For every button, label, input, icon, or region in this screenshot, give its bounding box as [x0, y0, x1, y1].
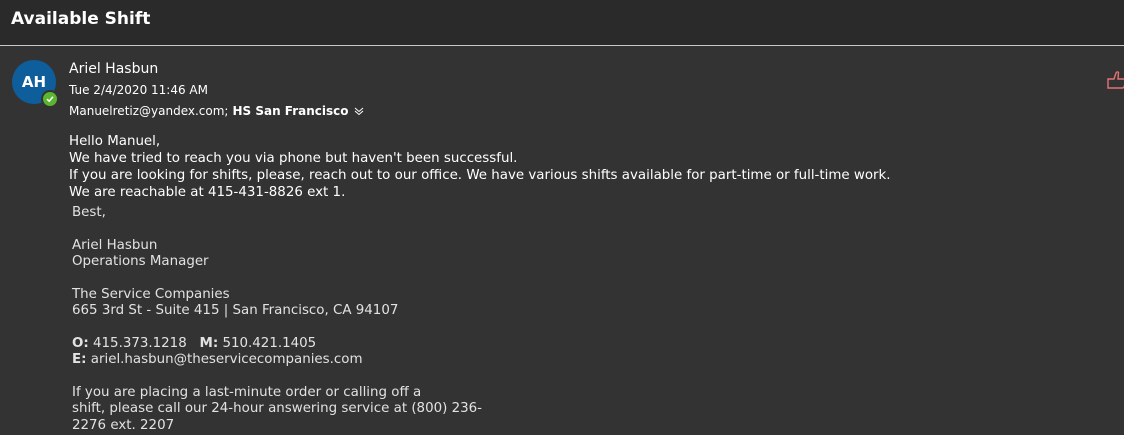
recipient-group[interactable]: HS San Francisco: [232, 104, 348, 118]
avatar-initials: AH: [21, 73, 47, 91]
thumbs-up-icon[interactable]: [1104, 70, 1124, 90]
signature-email-link[interactable]: ariel.hasbun@theservicecompanies.com: [91, 352, 363, 367]
signature-address: 665 3rd St - Suite 415 | San Francisco, …: [72, 303, 399, 318]
recipients-line[interactable]: Manuelretiz@yandex.com; HS San Francisco: [69, 104, 364, 118]
email-header-bar: Available Shift: [0, 0, 1124, 46]
mobile-label: M:: [199, 335, 219, 351]
signature-name: Ariel Hasbun: [72, 237, 158, 253]
email-reading-pane: Available Shift AH Ariel Hasbun Tue 2/4/…: [0, 0, 1124, 435]
body-line: We have tried to reach you via phone but…: [69, 151, 518, 166]
office-label: O:: [72, 335, 89, 351]
email-subject: Available Shift: [11, 9, 151, 29]
signature-note: If you are placing a last-minute order o…: [72, 384, 422, 400]
signature-title: Operations Manager: [72, 254, 209, 269]
body-line: If you are looking for shifts, please, r…: [69, 168, 891, 183]
signature-phones: O: 415.373.1218 M: 510.421.1405: [72, 336, 482, 353]
email-body: Hello Manuel, We have tried to reach you…: [69, 133, 891, 201]
body-line: We are reachable at 415-431-8826 ext 1.: [69, 185, 346, 200]
chevron-down-icon[interactable]: [354, 106, 364, 116]
email-signature: Best, Ariel Hasbun Operations Manager Th…: [72, 205, 482, 434]
checkmark-icon: [46, 96, 54, 103]
sent-date: Tue 2/4/2020 11:46 AM: [69, 83, 208, 97]
signature-note: shift, please call our 24-hour answering…: [72, 401, 482, 416]
signature-note: 2276 ext. 2207: [72, 417, 175, 433]
office-phone[interactable]: 415.373.1218: [93, 336, 187, 351]
presence-badge: [41, 90, 59, 108]
email-label: E:: [72, 352, 87, 367]
mobile-phone[interactable]: 510.421.1405: [222, 336, 316, 351]
recipient-email[interactable]: Manuelretiz@yandex.com;: [69, 104, 228, 118]
signature-company: The Service Companies: [72, 286, 230, 302]
body-line: Hello Manuel,: [69, 134, 161, 149]
signature-closing: Best,: [72, 205, 106, 220]
signature-email-line: E: ariel.hasbun@theservicecompanies.com: [72, 352, 482, 369]
sender-name[interactable]: Ariel Hasbun: [69, 61, 158, 77]
